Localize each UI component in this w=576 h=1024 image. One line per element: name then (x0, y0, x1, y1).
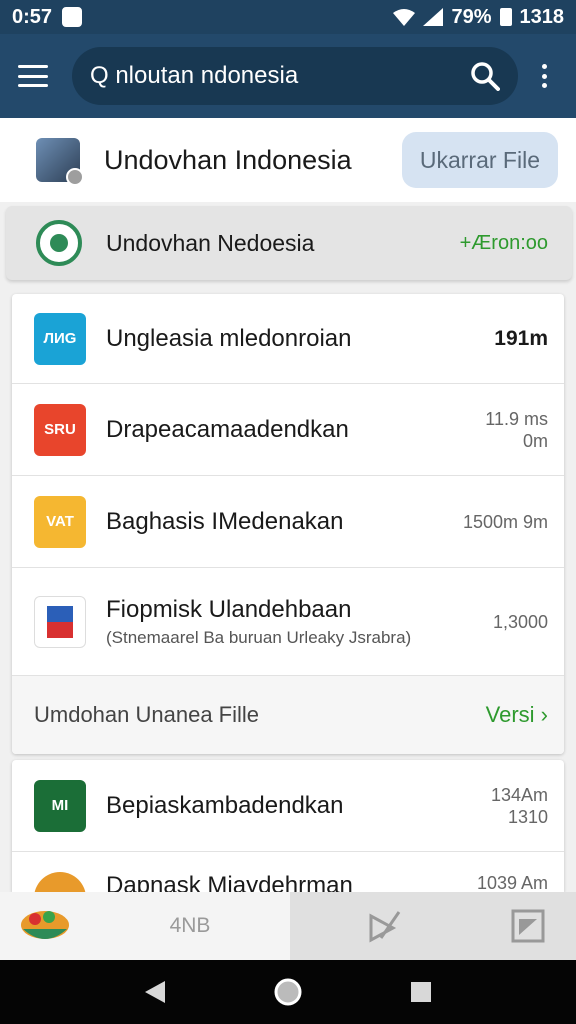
account-header: Undovhan Indonesia Ukarrar File (0, 118, 576, 202)
home-icon[interactable] (273, 977, 303, 1007)
tab-edit[interactable] (290, 892, 480, 960)
app-icon: ЛИG (34, 312, 86, 365)
battery-icon (499, 8, 512, 26)
status-time: 0:57 (12, 5, 53, 28)
search-query: Q nloutan ndonesia (90, 62, 299, 89)
tab-compose[interactable] (480, 892, 576, 960)
wifi-icon (393, 9, 416, 26)
list-card-2: MI Bepiaskambadendkan 134Am 1310 Dapnask… (12, 760, 564, 892)
list-item-meta: 11.9 ms 0m (485, 408, 548, 451)
system-nav-bar (0, 960, 576, 1024)
list-item-subtitle: (Stnemaarel Ba buruan Urleaky Jsrabra) (106, 627, 412, 647)
list-item[interactable]: VAT Baghasis IMedenakan 1500m 9m (12, 476, 564, 568)
app-bar: Q nloutan ndonesia (0, 34, 576, 118)
page-title: Undovhan Indonesia (104, 144, 352, 175)
search-icon[interactable] (470, 61, 500, 91)
section-footer: Umdohan Unanea Fille Versi › (12, 676, 564, 754)
status-clock: 1318 (519, 5, 565, 28)
tab-food[interactable] (0, 892, 90, 960)
list-item-title: Ungleasia mledonroian (106, 324, 352, 352)
app-icon: SRU (34, 403, 86, 456)
emblem-icon (36, 220, 82, 266)
battery-percent: 79% (451, 5, 492, 28)
version-link[interactable]: Versi › (486, 702, 548, 728)
food-icon (34, 872, 86, 892)
app-icon: VAT (34, 495, 86, 548)
featured-value: +Æron:oo (459, 231, 548, 254)
list-item-meta: 191m (494, 326, 548, 350)
list-item-meta: 1500m 9m (462, 511, 548, 532)
list-item-title: Drapeacamaadendkan (106, 415, 349, 443)
signal-icon (423, 8, 444, 26)
bottom-tab-bar: 4NB (0, 892, 576, 960)
menu-icon[interactable] (18, 65, 48, 87)
list-item[interactable]: MI Bepiaskambadendkan 134Am 1310 (12, 760, 564, 852)
list-card: ЛИG Ungleasia mledonroian 191m SRU Drape… (12, 294, 564, 754)
section-footer-label: Umdohan Unanea Fille (34, 702, 260, 727)
list-item-title: Bepiaskambadendkan (106, 791, 344, 819)
list-item-meta: 1039 Am (476, 873, 548, 892)
food-bowl-icon (21, 911, 69, 939)
file-button[interactable]: Ukarrar File (401, 132, 558, 188)
list-item-meta: 134Am 1310 (490, 784, 548, 827)
app-icon: MI (34, 779, 86, 832)
avatar[interactable] (36, 138, 84, 186)
status-right: 79% 1318 (393, 6, 564, 29)
flag-icon (34, 595, 86, 648)
list-item-title: Baghasis IMedenakan (106, 507, 344, 535)
featured-title: Undovhan Nedoesia (106, 229, 315, 256)
notification-icon (62, 7, 83, 27)
list-item[interactable]: ЛИG Ungleasia mledonroian 191m (12, 294, 564, 384)
status-bar: 0:57 79% 1318 (0, 0, 576, 34)
featured-item[interactable]: Undovhan Nedoesia +Æron:oo (6, 206, 572, 280)
list-item[interactable]: SRU Drapeacamaadendkan 11.9 ms 0m (12, 384, 564, 476)
list-item[interactable]: Fiopmisk Ulandehbaan (Stnemaarel Ba buru… (12, 568, 564, 676)
tab-4nb[interactable]: 4NB (90, 892, 290, 960)
more-options-icon[interactable] (530, 61, 558, 91)
search-input[interactable]: Q nloutan ndonesia (72, 47, 518, 105)
pencil-icon (369, 911, 401, 943)
recents-icon[interactable] (409, 980, 433, 1004)
list-item-title: Fiopmisk Ulandehbaan (106, 595, 352, 623)
list-item-title: Dapnask Miaydehrman (106, 872, 353, 892)
list-item-meta: 1,3000 (492, 611, 548, 632)
back-icon[interactable] (143, 979, 167, 1005)
compose-icon (511, 909, 545, 943)
list-item[interactable]: Dapnask Miaydehrman 1039 Am (12, 852, 564, 892)
